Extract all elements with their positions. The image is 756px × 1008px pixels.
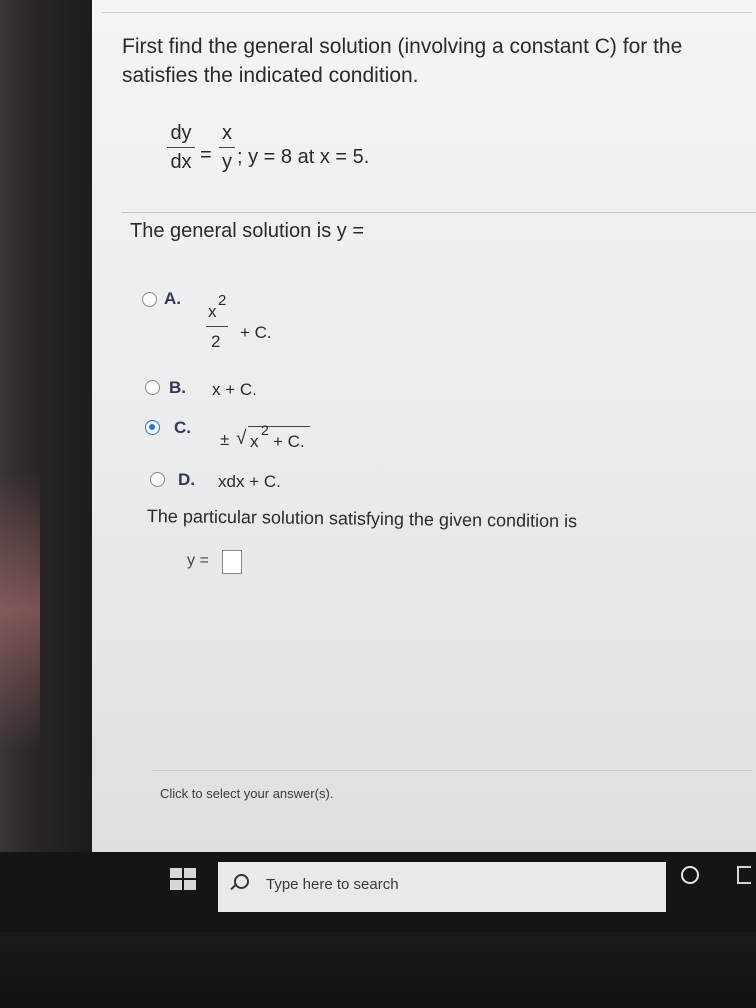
- option-c-letter: C.: [174, 418, 191, 437]
- fraction-bar: [219, 147, 235, 148]
- option-a-expression: x 2 2: [200, 290, 240, 360]
- footer-divider: [152, 770, 752, 771]
- radical-bar: [248, 426, 310, 427]
- section-divider: [122, 212, 756, 213]
- dy-dx-fraction: dy dx: [167, 122, 195, 173]
- option-b-radio[interactable]: [145, 380, 160, 395]
- dy-numerator: dy: [170, 122, 192, 144]
- select-answer-hint: Click to select your answer(s).: [160, 786, 334, 801]
- particular-solution-label: The particular solution satisfying the g…: [146, 506, 578, 532]
- option-b-letter: B.: [169, 378, 186, 397]
- x-numerator: x: [222, 122, 232, 144]
- answer-prefix: y =: [187, 552, 209, 569]
- option-c-exponent: 2: [261, 422, 269, 438]
- screen: First find the general solution (involvi…: [92, 0, 756, 852]
- answer-input[interactable]: [222, 550, 242, 574]
- question-line-2: satisfies the indicated condition.: [122, 64, 419, 87]
- search-placeholder: Type here to search: [266, 876, 399, 893]
- option-a-radio[interactable]: [142, 292, 157, 307]
- differential-equation: dy dx = x y ; y = 8 at x = 5.: [167, 122, 467, 192]
- bezel-reflection: [0, 470, 40, 750]
- option-d-text: xdx + C.: [218, 472, 281, 491]
- option-a-letter: A.: [164, 289, 181, 308]
- general-solution-label: The general solution is y =: [130, 220, 365, 242]
- initial-condition: ; y = 8 at x = 5.: [237, 146, 370, 168]
- laptop-bottom-bezel: [0, 932, 756, 1008]
- option-d-letter: D.: [178, 470, 195, 489]
- question-text: First find the general solution (involvi…: [122, 32, 756, 90]
- cortana-icon[interactable]: [681, 866, 699, 884]
- fraction-bar: [167, 147, 195, 148]
- x-y-fraction: x y: [219, 122, 235, 173]
- taskbar-search-box[interactable]: Type here to search: [218, 862, 666, 912]
- option-a-numerator: x: [208, 302, 217, 321]
- option-c-radicand: x: [250, 432, 259, 451]
- task-view-icon[interactable]: [737, 866, 751, 884]
- option-d-radio[interactable]: [150, 472, 165, 487]
- search-icon: [234, 874, 249, 889]
- option-c-expression: ± √ x 2 + C.: [220, 420, 330, 454]
- sqrt-icon: √: [236, 428, 247, 449]
- question-line-1: First find the general solution (involvi…: [122, 35, 683, 58]
- y-denominator: y: [222, 151, 232, 173]
- windows-start-icon[interactable]: [170, 868, 196, 890]
- plus-minus-sign: ±: [220, 430, 230, 449]
- option-c-constant: + C.: [273, 432, 305, 451]
- top-divider: [102, 12, 752, 13]
- fraction-bar: [206, 326, 228, 327]
- option-c-radio[interactable]: [145, 420, 160, 435]
- dx-denominator: dx: [170, 151, 192, 173]
- option-b-text: x + C.: [212, 380, 257, 399]
- option-a-denominator: 2: [211, 332, 221, 351]
- option-a-exponent: 2: [218, 292, 227, 309]
- equals-sign: =: [200, 144, 212, 166]
- option-a-constant: + C.: [240, 323, 272, 342]
